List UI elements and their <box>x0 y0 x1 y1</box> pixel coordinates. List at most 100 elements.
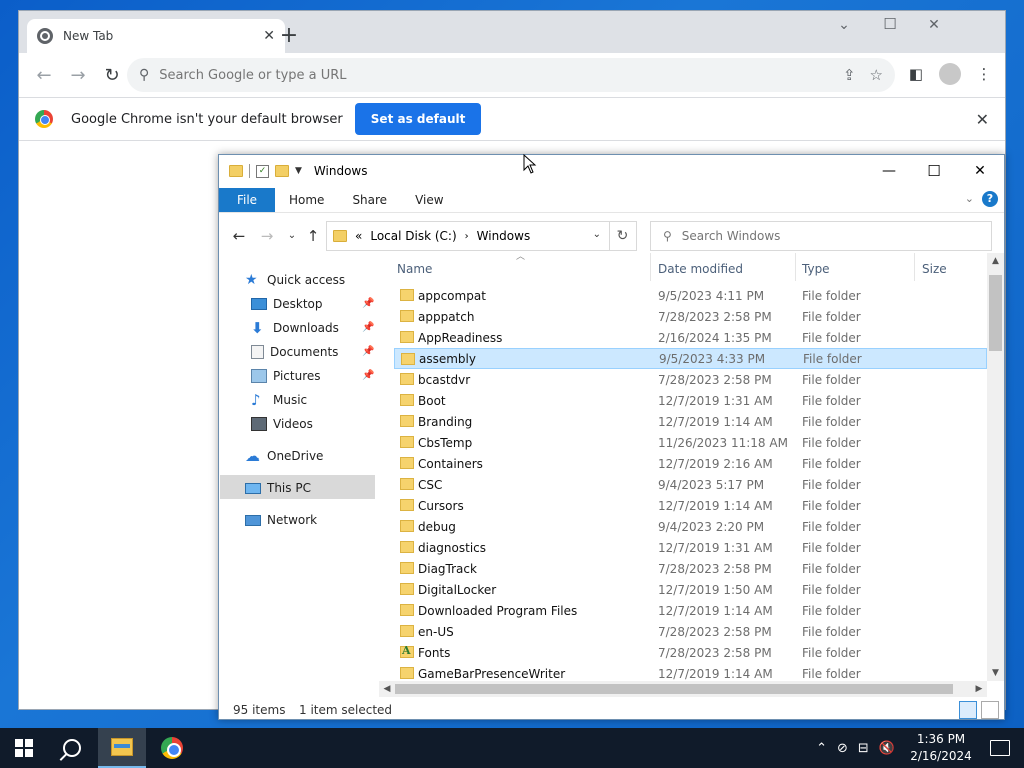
file-row[interactable]: Branding 12/7/2019 1:14 AM File folder <box>394 411 987 432</box>
address-dropdown-icon[interactable]: ⌄ <box>593 229 601 240</box>
qat-dropdown-icon[interactable]: ▼ <box>295 166 302 176</box>
scroll-down-icon[interactable]: ▼ <box>987 665 1004 681</box>
tab-share[interactable]: Share <box>338 193 401 207</box>
file-row[interactable]: CSC 9/4/2023 5:17 PM File folder <box>394 474 987 495</box>
nav-item-desktop[interactable]: Desktop <box>251 292 323 316</box>
nav-item-onedrive[interactable]: ☁ OneDrive <box>245 444 323 468</box>
ethernet-icon[interactable]: ⊟ <box>858 741 869 756</box>
nav-item-quick-access[interactable]: ★ Quick access <box>245 268 345 292</box>
volume-muted-icon[interactable]: 🔇 <box>879 741 895 756</box>
nav-item-documents[interactable]: Documents <box>251 340 338 364</box>
pin-icon[interactable]: 📌 <box>362 298 374 309</box>
reload-button[interactable]: ↻ <box>95 65 129 86</box>
system-clock[interactable]: 1:36 PM 2/16/2024 <box>908 731 974 765</box>
set-as-default-button[interactable]: Set as default <box>354 103 482 135</box>
up-arrow-icon[interactable]: ↑ <box>303 227 323 245</box>
nav-item-pictures[interactable]: Pictures <box>251 364 321 388</box>
horizontal-scrollbar[interactable]: ◀ ▶ <box>379 681 987 697</box>
show-hidden-icons-chevron-icon[interactable]: ⌃ <box>816 741 827 756</box>
new-folder-icon[interactable] <box>275 165 289 177</box>
scroll-up-icon[interactable]: ▲ <box>987 253 1004 269</box>
column-header-size[interactable]: Size <box>922 257 947 281</box>
column-divider[interactable] <box>914 253 915 281</box>
infobar-close-icon[interactable]: ✕ <box>976 110 989 129</box>
help-icon[interactable]: ? <box>982 191 998 207</box>
file-row[interactable]: Boot 12/7/2019 1:31 AM File folder <box>394 390 987 411</box>
nav-item-downloads[interactable]: ⬇ Downloads <box>251 316 339 340</box>
tab-search-chevron-icon[interactable]: ⌄ <box>821 17 867 33</box>
column-header-date-modified[interactable]: Date modified <box>658 257 743 281</box>
tab-view[interactable]: View <box>401 193 457 207</box>
file-row[interactable]: appcompat 9/5/2023 4:11 PM File folder <box>394 285 987 306</box>
tab-home[interactable]: Home <box>275 193 338 207</box>
breadcrumb-overflow[interactable]: « <box>355 229 362 243</box>
taskbar-file-explorer[interactable] <box>98 728 146 768</box>
file-row[interactable]: Containers 12/7/2019 2:16 AM File folder <box>394 453 987 474</box>
pin-icon[interactable]: 📌 <box>362 346 374 357</box>
horizontal-scroll-thumb[interactable] <box>395 684 953 694</box>
profile-avatar-icon[interactable] <box>939 63 961 85</box>
file-row[interactable]: debug 9/4/2023 2:20 PM File folder <box>394 516 987 537</box>
start-button[interactable] <box>0 728 48 768</box>
taskbar-search-button[interactable] <box>48 728 96 768</box>
search-input[interactable] <box>681 229 991 243</box>
pin-icon[interactable]: 📌 <box>362 322 374 333</box>
file-row[interactable]: DigitalLocker 12/7/2019 1:50 AM File folde… <box>394 579 987 600</box>
taskbar-chrome[interactable] <box>148 728 196 768</box>
details-view-icon[interactable] <box>959 701 977 719</box>
forward-arrow-icon[interactable]: → <box>257 227 277 245</box>
scroll-right-icon[interactable]: ▶ <box>971 681 987 697</box>
file-row[interactable]: A Fonts 7/28/2023 2:58 PM File folder <box>394 642 987 663</box>
nav-item-network[interactable]: Network <box>245 508 317 532</box>
vertical-scroll-thumb[interactable] <box>989 275 1002 351</box>
file-row[interactable]: diagnostics 12/7/2019 1:31 AM File folder <box>394 537 987 558</box>
address-bar[interactable]: « Local Disk (C:) › Windows ⌄ <box>326 221 610 251</box>
minimize-icon[interactable]: — <box>866 155 912 187</box>
file-row[interactable]: bcastdvr 7/28/2023 2:58 PM File folder <box>394 369 987 390</box>
network-disconnected-icon[interactable]: ⊘ <box>837 741 848 756</box>
chrome-tab-new-tab[interactable]: New Tab ✕ <box>27 19 285 53</box>
bookmark-star-icon[interactable]: ☆ <box>870 66 883 84</box>
column-divider[interactable] <box>650 253 651 281</box>
maximize-icon[interactable]: ☐ <box>911 155 957 187</box>
side-panel-icon[interactable]: ◧ <box>905 65 927 83</box>
close-tab-icon[interactable]: ✕ <box>263 28 275 44</box>
large-icons-view-icon[interactable] <box>981 701 999 719</box>
breadcrumb-item-windows[interactable]: Windows <box>477 229 531 243</box>
back-arrow-icon[interactable]: ← <box>229 227 249 245</box>
new-tab-button[interactable]: + <box>277 23 301 48</box>
breadcrumb-separator-icon[interactable]: › <box>465 231 469 242</box>
nav-item-music[interactable]: ♪ Music <box>251 388 307 412</box>
file-row[interactable]: Downloaded Program Files 12/7/2019 1:14 A… <box>394 600 987 621</box>
file-row[interactable]: Cursors 12/7/2019 1:14 AM File folder <box>394 495 987 516</box>
column-header-type[interactable]: Type <box>802 257 830 281</box>
share-icon[interactable]: ⇪ <box>843 66 856 84</box>
close-window-icon[interactable]: ✕ <box>911 17 957 33</box>
file-row[interactable]: GameBarPresenceWriter 12/7/2019 1:14 AM Fi… <box>394 663 987 681</box>
search-box[interactable]: ⚲ <box>650 221 992 251</box>
menu-kebab-icon[interactable]: ⋮ <box>973 65 995 83</box>
vertical-scrollbar[interactable]: ▲ ▼ <box>987 253 1004 681</box>
notification-center-icon[interactable] <box>990 740 1010 756</box>
file-row[interactable]: DiagTrack 7/28/2023 2:58 PM File folder <box>394 558 987 579</box>
tab-file[interactable]: File <box>219 187 275 212</box>
column-divider[interactable] <box>795 253 796 281</box>
file-row[interactable]: apppatch 7/28/2023 2:58 PM File folder <box>394 306 987 327</box>
refresh-icon[interactable]: ↻ <box>609 221 637 251</box>
forward-button[interactable]: → <box>61 65 95 86</box>
file-row[interactable]: CbsTemp 11/26/2023 11:18 AM File folder <box>394 432 987 453</box>
file-row[interactable]: en-US 7/28/2023 2:58 PM File folder <box>394 621 987 642</box>
omnibox-input[interactable] <box>159 67 829 83</box>
expand-ribbon-chevron-icon[interactable]: ⌄ <box>965 192 974 205</box>
recent-locations-chevron-icon[interactable]: ⌄ <box>282 230 302 241</box>
file-row[interactable]: assembly 9/5/2023 4:33 PM File folder <box>394 348 987 369</box>
breadcrumb-item-local-disk[interactable]: Local Disk (C:) <box>370 229 456 243</box>
back-button[interactable]: ← <box>27 65 61 86</box>
pin-icon[interactable]: 📌 <box>362 370 374 381</box>
omnibox[interactable]: ⚲ ⇪ ☆ <box>127 58 895 92</box>
maximize-icon[interactable]: ☐ <box>867 15 913 33</box>
file-row[interactable]: AppReadiness 2/16/2024 1:35 PM File folder <box>394 327 987 348</box>
column-header-name[interactable]: Name <box>397 257 432 281</box>
close-icon[interactable]: ✕ <box>957 155 1003 187</box>
properties-icon[interactable]: ✓ <box>256 164 269 178</box>
